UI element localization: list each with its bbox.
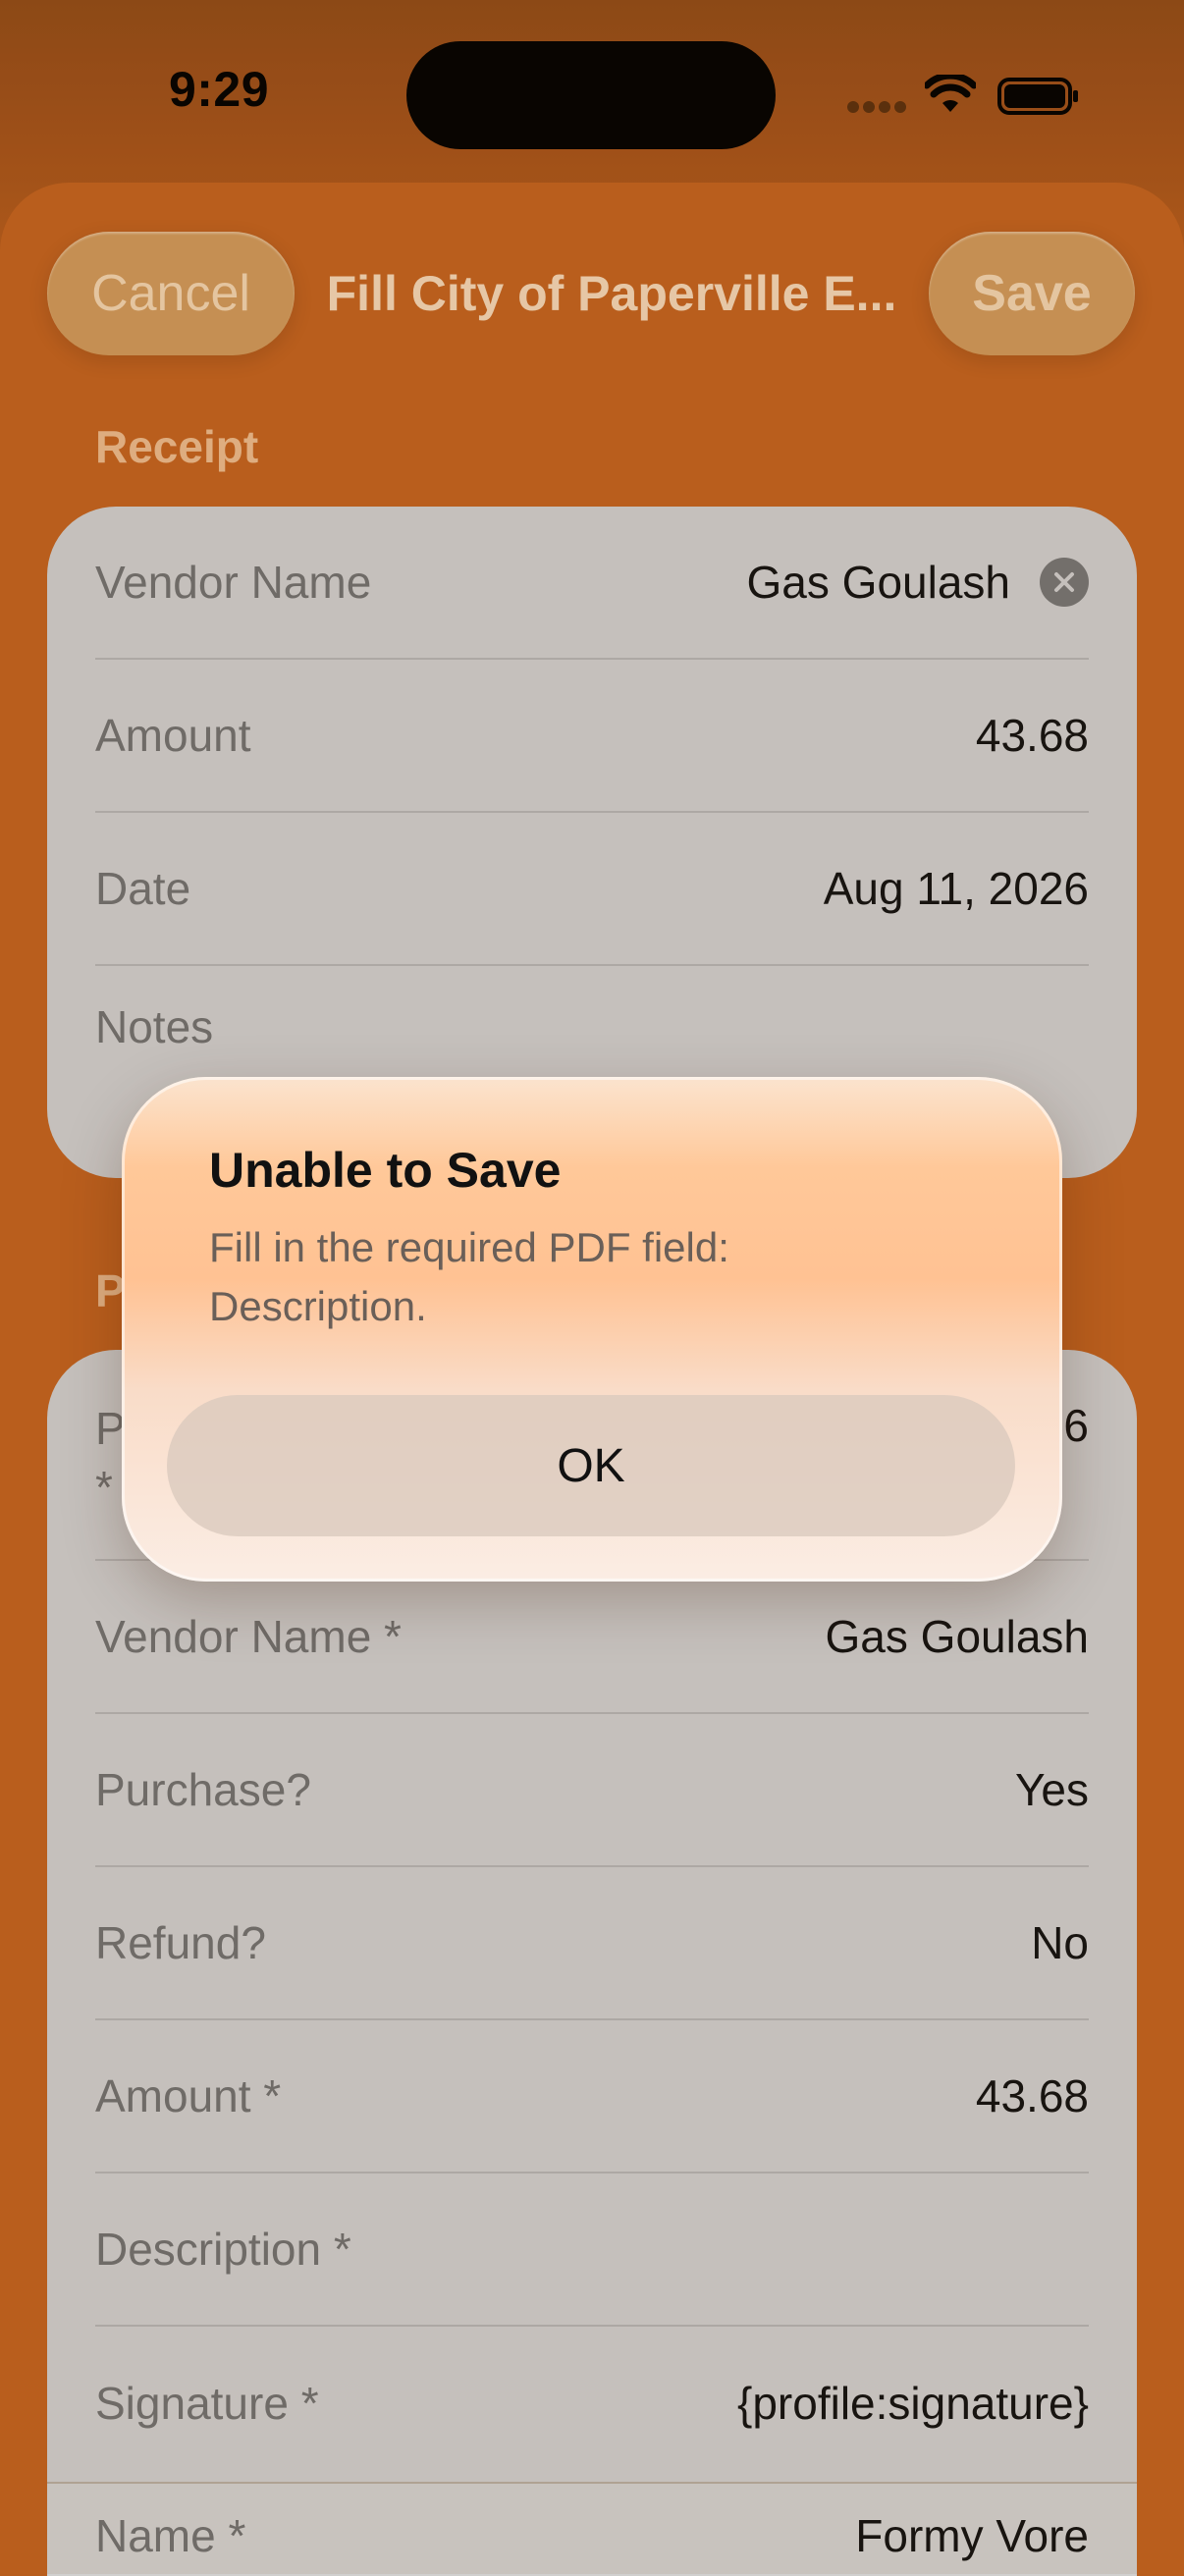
unable-to-save-alert: Unable to Save Fill in the required PDF … <box>122 1077 1062 1582</box>
alert-title: Unable to Save <box>209 1143 562 1198</box>
ok-button[interactable]: OK <box>167 1395 1015 1536</box>
alert-message: Fill in the required PDF field: Descript… <box>209 1224 729 1329</box>
